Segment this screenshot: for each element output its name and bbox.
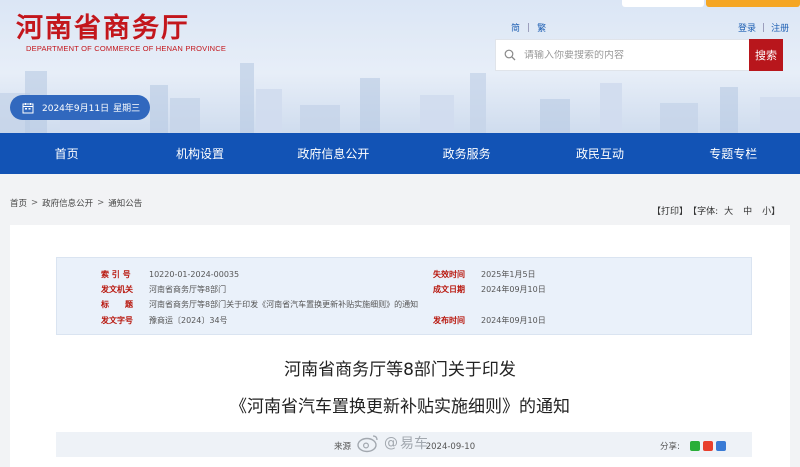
top-strip-orange: [706, 0, 800, 7]
nav-item-interaction[interactable]: 政民互动: [533, 133, 666, 174]
font-medium-link[interactable]: 中: [743, 204, 752, 217]
breadcrumb: 首页 > 政府信息公开 > 通知公告: [10, 197, 142, 209]
traditional-link[interactable]: 繁: [537, 21, 546, 34]
meta-value-created: 2024年09月10日: [481, 284, 546, 294]
meta-value-title: 河南省商务厅等8部门关于印发《河南省汽车置换更新补贴实施细则》的通知: [149, 299, 419, 309]
meta-value-invalid: 2025年1月5日: [481, 269, 536, 279]
qq-share-icon[interactable]: [715, 441, 726, 451]
nav-item-home[interactable]: 首页: [0, 133, 133, 174]
weibo-logo-icon: [357, 435, 378, 453]
breadcrumb-separator: >: [97, 198, 105, 208]
nav-item-services[interactable]: 政务服务: [400, 133, 533, 174]
breadcrumb-separator: >: [31, 198, 39, 208]
breadcrumb-notices[interactable]: 通知公告: [108, 197, 142, 209]
nav-item-topics[interactable]: 专题专栏: [667, 133, 800, 174]
breadcrumb-gov-info[interactable]: 政府信息公开: [42, 197, 93, 209]
site-title[interactable]: 河南省商务厅: [16, 6, 190, 45]
nav-item-gov-info[interactable]: 政府信息公开: [267, 133, 400, 174]
publish-date: 2024-09-10: [425, 442, 476, 452]
wechat-share-icon[interactable]: [689, 441, 700, 451]
date-display: 2024年9月11日 星期三: [10, 95, 150, 120]
meta-value-published: 2024年09月10日: [481, 315, 546, 325]
meta-value-docno: 豫商运〔2024〕34号: [149, 315, 228, 325]
divider: |: [527, 22, 531, 33]
meta-value-issuer: 河南省商务厅等8部门: [149, 284, 227, 294]
search-button[interactable]: 搜索: [749, 39, 783, 71]
meta-label-created: 成文日期: [433, 284, 465, 294]
top-strip-white: [622, 0, 704, 7]
source-prefix: 来源: [334, 442, 352, 452]
font-size-label: 字体:: [697, 207, 719, 217]
auth-links: 登录 | 注册: [738, 21, 789, 35]
header-banner: 河南省商务厅 DEPARTMENT OF COMMERCE OF HENAN P…: [0, 0, 800, 133]
meta-value-index: 10220-01-2024-00035: [149, 269, 240, 279]
meta-label-title: 标 题: [101, 299, 133, 309]
meta-label-invalid: 失效时间: [433, 269, 465, 279]
weekday-text: 星期三: [113, 104, 141, 114]
watermark: @ 易车: [356, 433, 428, 453]
breadcrumb-home[interactable]: 首页: [10, 197, 27, 209]
main-nav: 首页 机构设置 政府信息公开 政务服务 政民互动 专题专栏: [0, 133, 800, 174]
site-subtitle: DEPARTMENT OF COMMERCE OF HENAN PROVINCE: [26, 44, 227, 53]
meta-label-index: 索 引 号: [101, 269, 131, 279]
page-tools: 【 打印 】 【 字体: 大 中 小 】: [652, 204, 780, 217]
login-link[interactable]: 登录: [738, 21, 756, 34]
font-large-link[interactable]: 大: [724, 204, 733, 217]
search-input[interactable]: [524, 49, 749, 61]
date-text: 2024年9月11日: [42, 104, 110, 114]
divider: |: [762, 22, 766, 33]
simplified-link[interactable]: 简: [511, 21, 520, 34]
share-bar: 分享:: [660, 440, 726, 452]
share-label: 分享:: [660, 442, 680, 452]
search-icon: [496, 40, 524, 70]
weibo-share-icon[interactable]: [702, 441, 713, 451]
meta-label-docno: 发文字号: [101, 315, 133, 325]
calendar-icon: [22, 102, 34, 114]
document-meta-table: 索 引 号 10220-01-2024-00035 失效时间 2025年1月5日…: [56, 257, 752, 335]
meta-label-published: 发布时间: [433, 315, 465, 325]
search-bar: 搜索: [495, 39, 783, 71]
language-switch: 简 | 繁: [511, 21, 546, 35]
watermark-text: 易车: [400, 436, 428, 452]
print-link[interactable]: 打印: [661, 204, 679, 217]
font-small-link[interactable]: 小: [762, 204, 771, 217]
nav-item-organization[interactable]: 机构设置: [133, 133, 266, 174]
meta-label-issuer: 发文机关: [101, 284, 133, 294]
document-title-line2: 《河南省汽车置换更新补贴实施细则》的通知: [230, 397, 570, 417]
document-title-line1: 河南省商务厅等8部门关于印发: [284, 360, 516, 380]
register-link[interactable]: 注册: [771, 21, 789, 34]
